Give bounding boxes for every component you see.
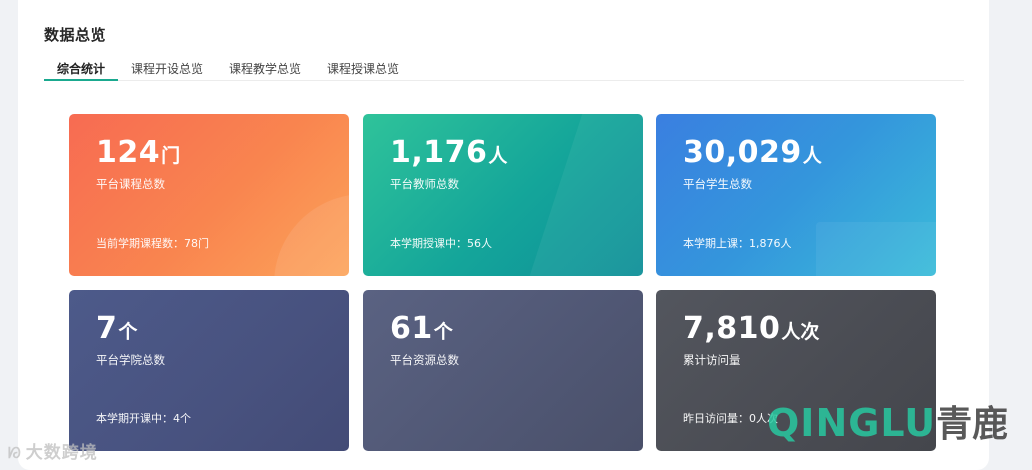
watermark-left: ᘗ 大数跨境 [8, 438, 98, 463]
page-title: 数据总览 [44, 26, 107, 44]
stat-value: 7 [96, 311, 118, 346]
stat-label: 平台课程总数 [96, 177, 165, 191]
stat-unit: 人 [802, 145, 822, 167]
stat-label: 累计访问量 [683, 353, 741, 367]
card-decoration [517, 114, 643, 276]
stat-label: 平台学院总数 [96, 353, 165, 367]
stat-card-resources[interactable]: 61个 平台资源总数 [363, 290, 643, 451]
stat-value-row: 1,176人 [390, 138, 507, 168]
stat-unit: 个 [433, 321, 453, 343]
watermark-left-text: 大数跨境 [25, 443, 98, 463]
stat-label: 平台教师总数 [390, 177, 459, 191]
tab-overall-stats[interactable]: 综合统计 [44, 56, 119, 81]
stat-card-courses[interactable]: 124门 平台课程总数 当前学期课程数：78门 [69, 114, 349, 276]
tab-bar: 综合统计 课程开设总览 课程教学总览 课程授课总览 [44, 56, 964, 81]
stat-value-row: 7个 [96, 314, 137, 344]
stat-card-students[interactable]: 30,029人 平台学生总数 本学期上课：1,876人 [656, 114, 936, 276]
card-decoration [274, 194, 349, 276]
card-decoration [816, 222, 936, 276]
stat-value-row: 7,810人次 [683, 314, 819, 344]
stat-value: 124 [96, 135, 161, 170]
stat-subtext: 本学期授课中：56人 [390, 237, 492, 250]
stat-unit: 人次 [781, 321, 820, 343]
watermark-right: QINGLU青鹿 [767, 404, 1008, 443]
stat-label: 平台资源总数 [390, 353, 459, 367]
stat-value-row: 124门 [96, 138, 180, 168]
stat-value: 7,810 [683, 311, 781, 346]
stat-value: 61 [390, 311, 433, 346]
stat-value-row: 61个 [390, 314, 453, 344]
stat-unit: 个 [118, 321, 138, 343]
watermark-brand-latin: QINGLU [767, 401, 937, 445]
stat-value-row: 30,029人 [683, 138, 822, 168]
watermark-logo-icon: ᘗ [8, 444, 22, 462]
stat-card-colleges[interactable]: 7个 平台学院总数 本学期开课中：4个 [69, 290, 349, 451]
stat-unit: 门 [161, 145, 181, 167]
stat-subtext: 昨日访问量：0人次 [683, 412, 778, 425]
stat-subtext: 当前学期课程数：78门 [96, 237, 209, 250]
stat-value: 1,176 [390, 135, 488, 170]
stat-value: 30,029 [683, 135, 802, 170]
stat-subtext: 本学期开课中：4个 [96, 412, 191, 425]
stat-label: 平台学生总数 [683, 177, 752, 191]
tab-course-offering[interactable]: 课程开设总览 [131, 56, 203, 81]
tab-course-lecturing[interactable]: 课程授课总览 [327, 56, 399, 81]
stat-subtext: 本学期上课：1,876人 [683, 237, 792, 250]
stat-unit: 人 [488, 145, 508, 167]
watermark-brand-cn: 青鹿 [936, 404, 1009, 445]
stat-card-teachers[interactable]: 1,176人 平台教师总数 本学期授课中：56人 [363, 114, 643, 276]
tab-course-teaching[interactable]: 课程教学总览 [229, 56, 301, 81]
